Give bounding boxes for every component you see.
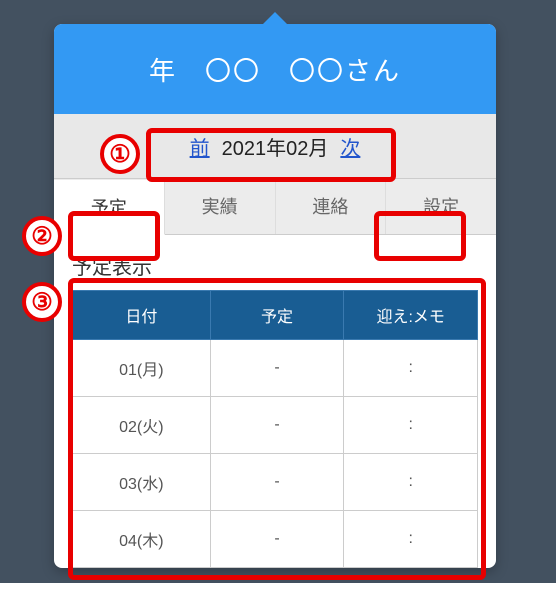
popup-pointer	[261, 12, 289, 26]
col-memo: 迎え:メモ	[344, 291, 478, 340]
col-plan: 予定	[210, 291, 344, 340]
section-title: 予定表示	[72, 251, 478, 280]
tab-label: 予定	[91, 198, 127, 218]
cell-plan: -	[210, 340, 344, 397]
cell-date: 01(月)	[73, 340, 211, 397]
tab-bar: 予定 実績 連絡 設定	[54, 178, 496, 235]
cell-date: 04(木)	[73, 511, 211, 568]
current-month: 2021年02月	[222, 132, 329, 161]
tab-label: 設定	[423, 197, 459, 217]
tab-schedule[interactable]: 予定	[54, 180, 165, 235]
month-navigator: 前 2021年02月 次	[54, 114, 496, 178]
cell-plan: -	[210, 511, 344, 568]
table-row[interactable]: 02(火) - :	[73, 397, 478, 454]
cell-memo: :	[344, 340, 478, 397]
annotation-number: ②	[31, 222, 53, 251]
col-date: 日付	[73, 291, 211, 340]
cell-memo: :	[344, 511, 478, 568]
schedule-table: 日付 予定 迎え:メモ 01(月) - : 02(火) - : 03(水)	[72, 290, 478, 568]
cell-memo: :	[344, 454, 478, 511]
header-title: 年 〇〇 〇〇さん	[149, 51, 401, 88]
bottom-strip	[0, 583, 556, 603]
table-row[interactable]: 03(水) - :	[73, 454, 478, 511]
cell-date: 02(火)	[73, 397, 211, 454]
table-row[interactable]: 01(月) - :	[73, 340, 478, 397]
cell-plan: -	[210, 397, 344, 454]
next-month-link[interactable]: 次	[340, 132, 360, 161]
tab-contact[interactable]: 連絡	[276, 179, 387, 234]
header: 年 〇〇 〇〇さん	[54, 24, 496, 114]
tab-label: 連絡	[312, 197, 348, 217]
table-row[interactable]: 04(木) - :	[73, 511, 478, 568]
content-area: 予定表示 日付 予定 迎え:メモ 01(月) - : 02(火) - :	[54, 235, 496, 568]
prev-month-link[interactable]: 前	[190, 132, 210, 161]
annotation-number: ③	[31, 288, 53, 317]
cell-memo: :	[344, 397, 478, 454]
tab-label: 実績	[202, 197, 238, 217]
table-header-row: 日付 予定 迎え:メモ	[73, 291, 478, 340]
cell-plan: -	[210, 454, 344, 511]
popup-card: 年 〇〇 〇〇さん 前 2021年02月 次 予定 実績 連絡 設定 予定表示 …	[54, 24, 496, 568]
tab-results[interactable]: 実績	[165, 179, 276, 234]
cell-date: 03(水)	[73, 454, 211, 511]
tab-settings[interactable]: 設定	[386, 179, 496, 234]
